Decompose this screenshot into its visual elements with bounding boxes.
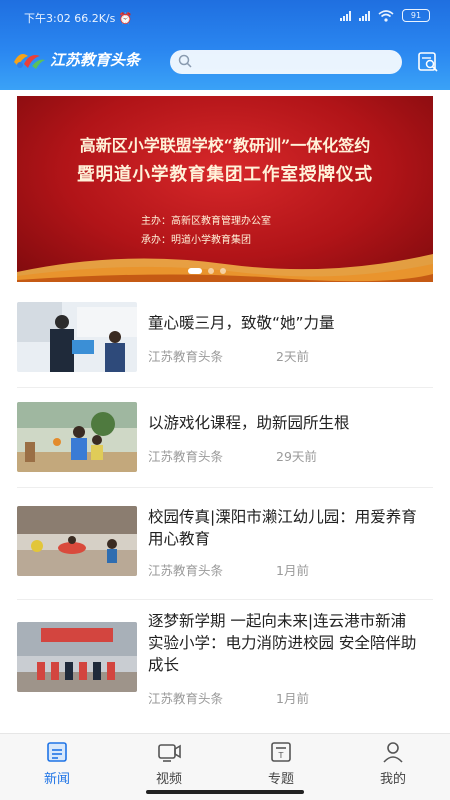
clock: 下午3:02 <box>24 12 71 25</box>
news-title: 童心暖三月，致敬“她”力量 <box>148 314 335 332</box>
carousel-dot[interactable] <box>208 268 214 274</box>
profile-icon <box>383 742 403 763</box>
battery-icon: 91 <box>402 9 430 22</box>
news-icon <box>47 742 67 762</box>
nav-label: 我的 <box>379 772 406 787</box>
home-indicator[interactable] <box>146 790 304 794</box>
carousel-dot[interactable] <box>188 268 202 274</box>
top-header-band: 下午3:02 66.2K/s ⏰ 91 江苏教育头条 <box>0 0 450 90</box>
app-name: 江苏教育头条 <box>50 50 141 69</box>
status-icons: 91 <box>340 9 430 22</box>
nav-news[interactable]: 新闻 <box>17 740 97 790</box>
nav-label: 专题 <box>267 772 294 787</box>
banner-title-line1: 高新区小学联盟学校“教研训”一体化签约 <box>79 136 371 155</box>
status-bar: 下午3:02 66.2K/s ⏰ 91 <box>0 0 450 34</box>
banner-title-line2: 暨明道小学教育集团工作室授牌仪式 <box>77 165 373 185</box>
banner-decoration <box>17 254 433 282</box>
news-thumbnail <box>17 402 137 472</box>
nav-label: 新闻 <box>43 772 70 787</box>
news-time: 29天前 <box>276 449 317 464</box>
alarm-icon: ⏰ <box>118 12 133 25</box>
news-time: 2天前 <box>276 349 309 364</box>
news-item[interactable]: 以游戏化课程，助新园所生根 江苏教育头条 29天前 <box>17 402 433 488</box>
nav-topic[interactable]: T 专题 <box>241 740 321 790</box>
topic-icon: T <box>271 742 291 762</box>
news-time: 1月前 <box>276 563 309 578</box>
news-item[interactable]: 校园传真|溧阳市濑江幼儿园：用爱养育 用心教育 江苏教育头条 1月前 <box>17 504 433 600</box>
app-header: 江苏教育头条 <box>0 40 450 86</box>
nav-video[interactable]: 视频 <box>129 740 209 790</box>
signal-icon <box>340 10 351 21</box>
carousel-indicator <box>188 268 226 274</box>
news-source: 江苏教育头条 <box>148 691 224 706</box>
news-item[interactable]: 童心暖三月，致敬“她”力量 江苏教育头条 2天前 <box>17 302 433 388</box>
news-thumbnail <box>17 302 137 372</box>
app-logo: 江苏教育头条 <box>12 48 140 70</box>
news-item[interactable]: 逐梦新学期 一起向未来|连云港市新浦实验小学：电力消防进校园 安全陪伴助成长 江… <box>17 610 433 726</box>
banner-host: 主办：高新区教育管理办公室 <box>141 216 271 227</box>
search-input[interactable] <box>196 53 396 71</box>
svg-text:T: T <box>278 751 284 760</box>
status-time: 下午3:02 66.2K/s ⏰ <box>24 10 133 26</box>
nav-label: 视频 <box>155 772 182 787</box>
search-icon <box>178 54 192 68</box>
wifi-icon <box>378 9 394 22</box>
news-title: 以游戏化课程，助新园所生根 <box>148 414 350 432</box>
carousel-dot[interactable] <box>220 268 226 274</box>
nav-profile[interactable]: 我的 <box>353 740 433 790</box>
news-time: 1月前 <box>276 691 309 706</box>
network-speed: 66.2K/s <box>74 12 116 25</box>
video-icon <box>158 744 181 762</box>
scan-icon[interactable] <box>416 50 440 74</box>
news-thumbnail <box>17 622 137 692</box>
news-title: 校园传真|溧阳市濑江幼儿园：用爱养育 用心教育 <box>148 508 417 548</box>
news-source: 江苏教育头条 <box>148 563 224 578</box>
banner-carousel[interactable]: 高新区小学联盟学校“教研训”一体化签约 暨明道小学教育集团工作室授牌仪式 主办：… <box>17 96 433 282</box>
signal-icon <box>359 10 370 21</box>
search-bar[interactable] <box>170 50 402 74</box>
news-title: 逐梦新学期 一起向未来|连云港市新浦实验小学：电力消防进校园 安全陪伴助成长 <box>148 612 417 674</box>
news-source: 江苏教育头条 <box>148 349 224 364</box>
news-source: 江苏教育头条 <box>148 449 224 464</box>
news-thumbnail <box>17 506 137 576</box>
logo-icon <box>14 54 45 69</box>
